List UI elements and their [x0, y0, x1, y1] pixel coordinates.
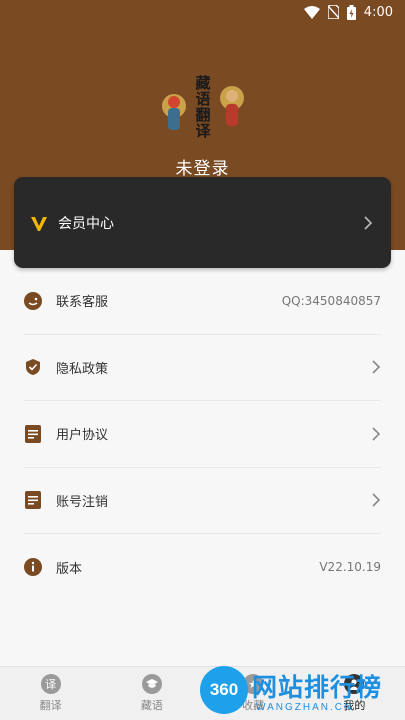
tab-tibetan[interactable]: 藏语 [101, 667, 202, 720]
vip-center-label: 会员中心 [58, 215, 114, 232]
star-icon: ★ [243, 674, 264, 694]
user-icon [344, 674, 365, 694]
customer-service-icon [24, 291, 42, 310]
menu-item-version[interactable]: 版本 V22.10.19 [24, 534, 381, 601]
chevron-right-icon [372, 427, 381, 441]
menu-item-privacy-policy[interactable]: 隐私政策 [24, 335, 381, 401]
tab-label: 藏语 [140, 699, 163, 712]
svg-text:译: 译 [195, 122, 211, 140]
chevron-right-icon [364, 215, 373, 230]
menu-item-label: 隐私政策 [56, 361, 109, 377]
vip-center-card[interactable]: 会员中心 [14, 177, 391, 268]
menu-item-user-agreement[interactable]: 用户协议 [24, 401, 381, 468]
tab-label: 收藏 [242, 699, 265, 712]
version-value: V22.10.19 [319, 560, 381, 575]
contact-qq-value: QQ:3450840857 [281, 293, 381, 308]
tab-mine[interactable]: 我的 [304, 667, 405, 720]
menu-item-label: 联系客服 [56, 295, 109, 311]
menu-item-account-deletion[interactable]: 账号注销 [24, 468, 381, 534]
login-status-title[interactable]: 未登录 [0, 154, 405, 179]
menu-item-label: 版本 [56, 561, 83, 577]
settings-menu: 联系客服 QQ:3450840857 隐私政策 用户协议 账号注销 版本 V22… [0, 268, 405, 601]
shield-icon [24, 358, 42, 376]
vip-logo-icon [31, 216, 47, 231]
app-logo: 藏 语 翻 译 [162, 74, 244, 140]
status-bar: 4:00 [0, 0, 405, 24]
tab-favorites[interactable]: ★ 收藏 [203, 667, 304, 720]
menu-item-label: 用户协议 [56, 428, 109, 444]
bottom-tab-bar: 译 翻译 藏语 ★ 收藏 我的 [0, 666, 405, 720]
info-icon [24, 558, 42, 577]
tab-label: 我的 [343, 699, 366, 712]
menu-item-contact-service[interactable]: 联系客服 QQ:3450840857 [24, 268, 381, 335]
menu-item-label: 账号注销 [56, 494, 109, 510]
battery-icon [346, 4, 356, 20]
translate-icon: 译 [40, 674, 61, 694]
tab-label: 翻译 [39, 699, 62, 712]
status-time: 4:00 [363, 4, 393, 20]
chevron-right-icon [372, 493, 381, 507]
no-sim-icon [327, 5, 339, 19]
graduation-cap-icon [141, 674, 162, 694]
document-icon [24, 424, 42, 443]
chevron-right-icon [372, 360, 381, 374]
wifi-icon [303, 5, 320, 19]
document-icon [24, 491, 42, 510]
tab-translate[interactable]: 译 翻译 [0, 667, 101, 720]
